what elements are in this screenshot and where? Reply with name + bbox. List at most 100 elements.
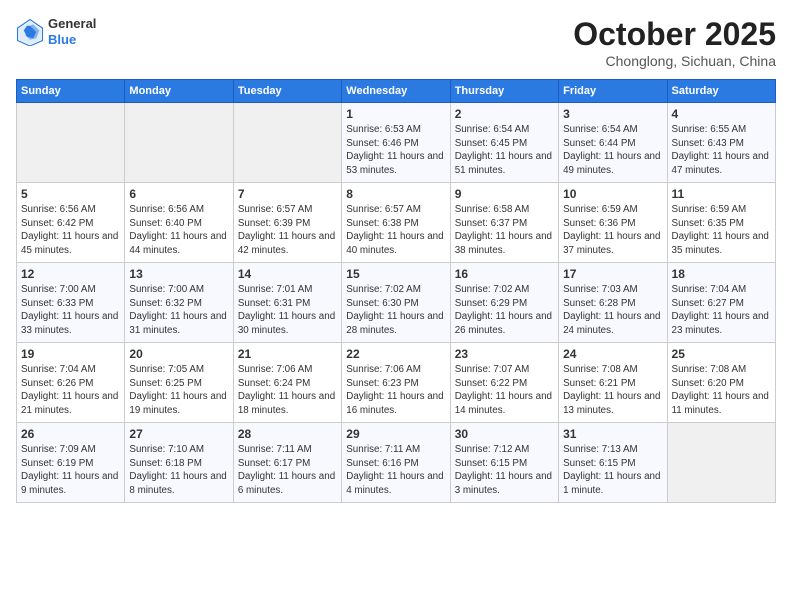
day-info: Sunrise: 7:03 AMSunset: 6:28 PMDaylight:… [563,284,660,336]
day-info: Sunrise: 7:00 AMSunset: 6:33 PMDaylight:… [21,284,118,336]
day-cell: 21 Sunrise: 7:06 AMSunset: 6:24 PMDaylig… [233,343,341,423]
header-cell-wednesday: Wednesday [342,80,450,103]
day-number: 25 [672,347,771,361]
day-info: Sunrise: 6:59 AMSunset: 6:35 PMDaylight:… [672,204,769,256]
day-cell: 13 Sunrise: 7:00 AMSunset: 6:32 PMDaylig… [125,263,233,343]
title-block: October 2025 Chonglong, Sichuan, China [573,16,776,69]
location-subtitle: Chonglong, Sichuan, China [573,53,776,69]
day-info: Sunrise: 7:09 AMSunset: 6:19 PMDaylight:… [21,444,118,496]
day-number: 8 [346,187,445,201]
day-info: Sunrise: 7:02 AMSunset: 6:30 PMDaylight:… [346,284,443,336]
day-cell: 10 Sunrise: 6:59 AMSunset: 6:36 PMDaylig… [559,183,667,263]
day-info: Sunrise: 7:11 AMSunset: 6:17 PMDaylight:… [238,444,335,496]
day-number: 5 [21,187,120,201]
day-number: 31 [563,427,662,441]
day-cell: 8 Sunrise: 6:57 AMSunset: 6:38 PMDayligh… [342,183,450,263]
header-cell-monday: Monday [125,80,233,103]
day-cell: 27 Sunrise: 7:10 AMSunset: 6:18 PMDaylig… [125,423,233,503]
day-cell: 19 Sunrise: 7:04 AMSunset: 6:26 PMDaylig… [17,343,125,423]
day-info: Sunrise: 7:12 AMSunset: 6:15 PMDaylight:… [455,444,552,496]
day-cell: 25 Sunrise: 7:08 AMSunset: 6:20 PMDaylig… [667,343,775,423]
day-cell: 15 Sunrise: 7:02 AMSunset: 6:30 PMDaylig… [342,263,450,343]
day-info: Sunrise: 7:08 AMSunset: 6:20 PMDaylight:… [672,364,769,416]
day-info: Sunrise: 7:02 AMSunset: 6:29 PMDaylight:… [455,284,552,336]
calendar-body: 1 Sunrise: 6:53 AMSunset: 6:46 PMDayligh… [17,103,776,503]
logo-text: General Blue [48,16,96,47]
day-cell: 4 Sunrise: 6:55 AMSunset: 6:43 PMDayligh… [667,103,775,183]
day-cell: 1 Sunrise: 6:53 AMSunset: 6:46 PMDayligh… [342,103,450,183]
day-cell: 18 Sunrise: 7:04 AMSunset: 6:27 PMDaylig… [667,263,775,343]
header-row: SundayMondayTuesdayWednesdayThursdayFrid… [17,80,776,103]
day-cell: 2 Sunrise: 6:54 AMSunset: 6:45 PMDayligh… [450,103,558,183]
header-cell-tuesday: Tuesday [233,80,341,103]
day-number: 12 [21,267,120,281]
header-cell-thursday: Thursday [450,80,558,103]
calendar-header: SundayMondayTuesdayWednesdayThursdayFrid… [17,80,776,103]
day-number: 22 [346,347,445,361]
day-info: Sunrise: 7:04 AMSunset: 6:26 PMDaylight:… [21,364,118,416]
day-info: Sunrise: 6:54 AMSunset: 6:45 PMDaylight:… [455,124,552,176]
day-cell: 16 Sunrise: 7:02 AMSunset: 6:29 PMDaylig… [450,263,558,343]
day-cell: 9 Sunrise: 6:58 AMSunset: 6:37 PMDayligh… [450,183,558,263]
day-info: Sunrise: 7:01 AMSunset: 6:31 PMDaylight:… [238,284,335,336]
day-number: 29 [346,427,445,441]
day-info: Sunrise: 7:00 AMSunset: 6:32 PMDaylight:… [129,284,226,336]
day-number: 23 [455,347,554,361]
day-number: 24 [563,347,662,361]
day-number: 16 [455,267,554,281]
day-info: Sunrise: 6:56 AMSunset: 6:40 PMDaylight:… [129,204,226,256]
day-cell: 12 Sunrise: 7:00 AMSunset: 6:33 PMDaylig… [17,263,125,343]
day-number: 19 [21,347,120,361]
day-number: 15 [346,267,445,281]
day-number: 14 [238,267,337,281]
day-info: Sunrise: 7:05 AMSunset: 6:25 PMDaylight:… [129,364,226,416]
month-title: October 2025 [573,16,776,53]
day-info: Sunrise: 7:13 AMSunset: 6:15 PMDaylight:… [563,444,660,496]
day-info: Sunrise: 7:08 AMSunset: 6:21 PMDaylight:… [563,364,660,416]
day-info: Sunrise: 6:59 AMSunset: 6:36 PMDaylight:… [563,204,660,256]
day-info: Sunrise: 7:04 AMSunset: 6:27 PMDaylight:… [672,284,769,336]
day-cell: 31 Sunrise: 7:13 AMSunset: 6:15 PMDaylig… [559,423,667,503]
day-info: Sunrise: 6:57 AMSunset: 6:39 PMDaylight:… [238,204,335,256]
calendar-table: SundayMondayTuesdayWednesdayThursdayFrid… [16,79,776,503]
day-cell: 7 Sunrise: 6:57 AMSunset: 6:39 PMDayligh… [233,183,341,263]
day-number: 27 [129,427,228,441]
day-info: Sunrise: 7:06 AMSunset: 6:24 PMDaylight:… [238,364,335,416]
day-cell: 6 Sunrise: 6:56 AMSunset: 6:40 PMDayligh… [125,183,233,263]
day-number: 7 [238,187,337,201]
day-cell: 22 Sunrise: 7:06 AMSunset: 6:23 PMDaylig… [342,343,450,423]
day-number: 20 [129,347,228,361]
day-cell [17,103,125,183]
day-number: 21 [238,347,337,361]
day-number: 28 [238,427,337,441]
day-info: Sunrise: 6:54 AMSunset: 6:44 PMDaylight:… [563,124,660,176]
day-info: Sunrise: 7:06 AMSunset: 6:23 PMDaylight:… [346,364,443,416]
day-number: 6 [129,187,228,201]
page-header: General Blue October 2025 Chonglong, Sic… [16,16,776,69]
day-info: Sunrise: 7:11 AMSunset: 6:16 PMDaylight:… [346,444,443,496]
day-cell [125,103,233,183]
day-info: Sunrise: 6:53 AMSunset: 6:46 PMDaylight:… [346,124,443,176]
week-row-1: 1 Sunrise: 6:53 AMSunset: 6:46 PMDayligh… [17,103,776,183]
day-number: 3 [563,107,662,121]
day-cell: 11 Sunrise: 6:59 AMSunset: 6:35 PMDaylig… [667,183,775,263]
day-number: 18 [672,267,771,281]
day-cell: 28 Sunrise: 7:11 AMSunset: 6:17 PMDaylig… [233,423,341,503]
logo-icon [16,18,44,46]
day-cell: 26 Sunrise: 7:09 AMSunset: 6:19 PMDaylig… [17,423,125,503]
header-cell-sunday: Sunday [17,80,125,103]
day-cell [233,103,341,183]
week-row-3: 12 Sunrise: 7:00 AMSunset: 6:33 PMDaylig… [17,263,776,343]
day-number: 11 [672,187,771,201]
day-info: Sunrise: 7:10 AMSunset: 6:18 PMDaylight:… [129,444,226,496]
day-number: 1 [346,107,445,121]
day-cell: 29 Sunrise: 7:11 AMSunset: 6:16 PMDaylig… [342,423,450,503]
day-cell: 20 Sunrise: 7:05 AMSunset: 6:25 PMDaylig… [125,343,233,423]
day-number: 17 [563,267,662,281]
day-number: 2 [455,107,554,121]
day-number: 4 [672,107,771,121]
week-row-4: 19 Sunrise: 7:04 AMSunset: 6:26 PMDaylig… [17,343,776,423]
day-info: Sunrise: 6:55 AMSunset: 6:43 PMDaylight:… [672,124,769,176]
day-cell: 30 Sunrise: 7:12 AMSunset: 6:15 PMDaylig… [450,423,558,503]
week-row-5: 26 Sunrise: 7:09 AMSunset: 6:19 PMDaylig… [17,423,776,503]
